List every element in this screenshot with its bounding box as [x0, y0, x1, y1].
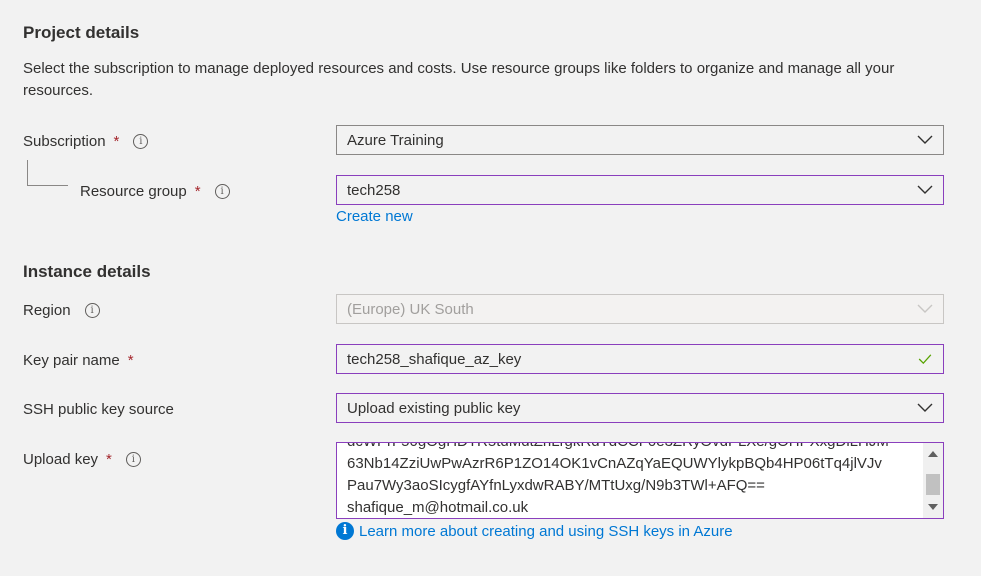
ssh-source-select[interactable]: Upload existing public key: [336, 393, 944, 423]
resource-group-select[interactable]: tech258: [336, 175, 944, 205]
region-label-text: Region: [23, 301, 71, 319]
project-details-heading: Project details: [23, 23, 140, 42]
region-value: (Europe) UK South: [347, 300, 474, 318]
ssh-source-label-text: SSH public key source: [23, 400, 174, 418]
region-select: (Europe) UK South: [336, 294, 944, 324]
create-new-link[interactable]: Create new: [336, 208, 413, 225]
required-marker: *: [113, 132, 120, 150]
chevron-down-icon: [917, 185, 933, 194]
subscription-label-text: Subscription: [23, 132, 106, 150]
resource-group-label: Resource group * i: [80, 181, 230, 201]
required-marker: *: [127, 351, 134, 369]
key-pair-input[interactable]: tech258_shafique_az_key: [336, 344, 944, 374]
instance-details-heading: Instance details: [23, 262, 151, 281]
subscription-value: Azure Training: [347, 131, 444, 149]
learn-more-link[interactable]: Learn more about creating and using SSH …: [359, 523, 733, 540]
learn-more-row: i Learn more about creating and using SS…: [336, 522, 733, 540]
info-icon[interactable]: i: [125, 451, 141, 467]
info-icon[interactable]: i: [214, 183, 230, 199]
key-line: Pau7Wy3aoSIcygfAYfnLyxdwRABY/MTtUxg/N9b3…: [347, 477, 765, 494]
ssh-source-label: SSH public key source: [23, 399, 174, 419]
chevron-down-icon: [917, 403, 933, 412]
upload-key-label: Upload key * i: [23, 449, 141, 469]
key-line: shafique_m@hotmail.co.uk: [347, 499, 529, 516]
scrollbar-thumb[interactable]: [926, 474, 940, 495]
upload-key-textarea[interactable]: dcWPrF50gOgHDTR5tdMdtZnLrgkRdTdCCF0e3ZRy…: [336, 442, 944, 519]
resource-group-value: tech258: [347, 181, 401, 199]
ssh-source-value: Upload existing public key: [347, 399, 521, 417]
check-icon: [918, 354, 932, 364]
chevron-down-icon: [917, 135, 933, 144]
region-label: Region i: [23, 300, 100, 320]
scroll-up-arrow-icon[interactable]: [928, 451, 938, 457]
key-line: 63Nb14ZziUwPwAzrR6P1ZO14OK1vCnAZqYaEQUWY…: [347, 455, 882, 472]
vertical-scrollbar[interactable]: [923, 443, 943, 518]
info-circle-icon: i: [336, 522, 354, 540]
resource-group-label-text: Resource group: [80, 182, 187, 200]
key-pair-label: Key pair name *: [23, 350, 134, 370]
required-marker: *: [106, 450, 112, 468]
required-marker: *: [194, 182, 201, 200]
info-icon[interactable]: i: [84, 302, 100, 318]
upload-key-content: dcWPrF50gOgHDTR5tdMdtZnLrgkRdTdCCF0e3ZRy…: [347, 443, 919, 518]
chevron-down-icon: [917, 304, 933, 313]
subscription-select[interactable]: Azure Training: [336, 125, 944, 155]
tree-connector: [27, 160, 68, 186]
info-icon[interactable]: i: [133, 133, 149, 149]
key-pair-value: tech258_shafique_az_key: [347, 350, 522, 368]
subscription-label: Subscription * i: [23, 131, 149, 151]
upload-key-label-text: Upload key: [23, 450, 99, 468]
key-pair-label-text: Key pair name: [23, 351, 120, 369]
key-line: dcWPrF50gOgHDTR5tdMdtZnLrgkRdTdCCF0e3ZRy…: [347, 443, 919, 453]
project-details-description: Select the subscription to manage deploy…: [23, 60, 895, 99]
scroll-down-arrow-icon[interactable]: [928, 504, 938, 510]
